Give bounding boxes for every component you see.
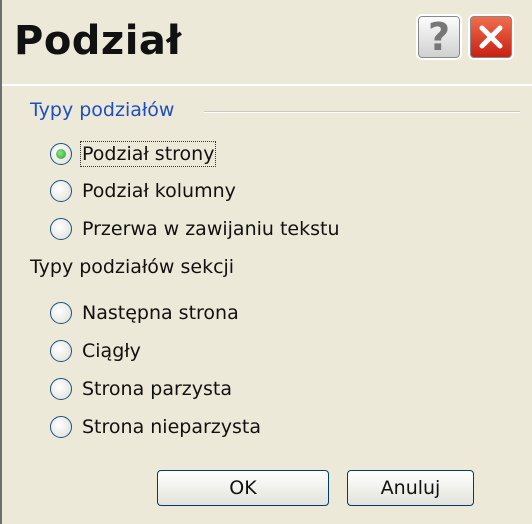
radio-next-page[interactable]: Następna strona	[50, 298, 239, 328]
radio-column-break-button[interactable]	[50, 180, 72, 202]
radio-page-break-label: Podział strony	[79, 141, 217, 167]
radio-even-page-label: Strona parzysta	[82, 378, 232, 400]
radio-odd-page-button[interactable]	[50, 416, 72, 438]
radio-text-wrapping-break[interactable]: Przerwa w zawijaniu tekstu	[50, 214, 340, 244]
ok-button[interactable]: OK	[157, 470, 329, 506]
group-divider-line	[204, 111, 520, 113]
radio-continuous-button[interactable]	[50, 340, 72, 362]
radio-next-page-button[interactable]	[50, 302, 72, 324]
radio-page-break[interactable]: Podział strony	[50, 139, 217, 169]
radio-continuous-label: Ciągły	[82, 340, 141, 362]
radio-odd-page-label: Strona nieparzysta	[82, 416, 261, 438]
radio-page-break-button[interactable]	[50, 143, 72, 165]
radio-odd-page[interactable]: Strona nieparzysta	[50, 412, 261, 442]
close-icon	[479, 25, 503, 49]
close-button[interactable]	[468, 14, 514, 60]
radio-continuous[interactable]: Ciągły	[50, 336, 141, 366]
help-button[interactable]: ?	[416, 14, 462, 60]
section-break-types-label: Typy podziałów sekcji	[30, 256, 235, 278]
radio-text-wrapping-break-button[interactable]	[50, 218, 72, 240]
question-mark-icon: ?	[427, 15, 451, 59]
radio-text-wrapping-break-label: Przerwa w zawijaniu tekstu	[82, 218, 340, 240]
cancel-button[interactable]: Anuluj	[347, 470, 474, 506]
radio-even-page[interactable]: Strona parzysta	[50, 374, 232, 404]
radio-next-page-label: Następna strona	[82, 302, 239, 324]
dialog-title: Podział	[14, 18, 182, 64]
break-types-group-label: Typy podziałów	[30, 99, 175, 121]
radio-column-break-label: Podział kolumny	[82, 180, 236, 202]
break-dialog: Podział ? Typy podziałów Podział strony …	[0, 0, 532, 524]
title-divider	[2, 84, 532, 86]
radio-even-page-button[interactable]	[50, 378, 72, 400]
radio-column-break[interactable]: Podział kolumny	[50, 176, 236, 206]
title-bar[interactable]: Podział ?	[2, 0, 532, 84]
